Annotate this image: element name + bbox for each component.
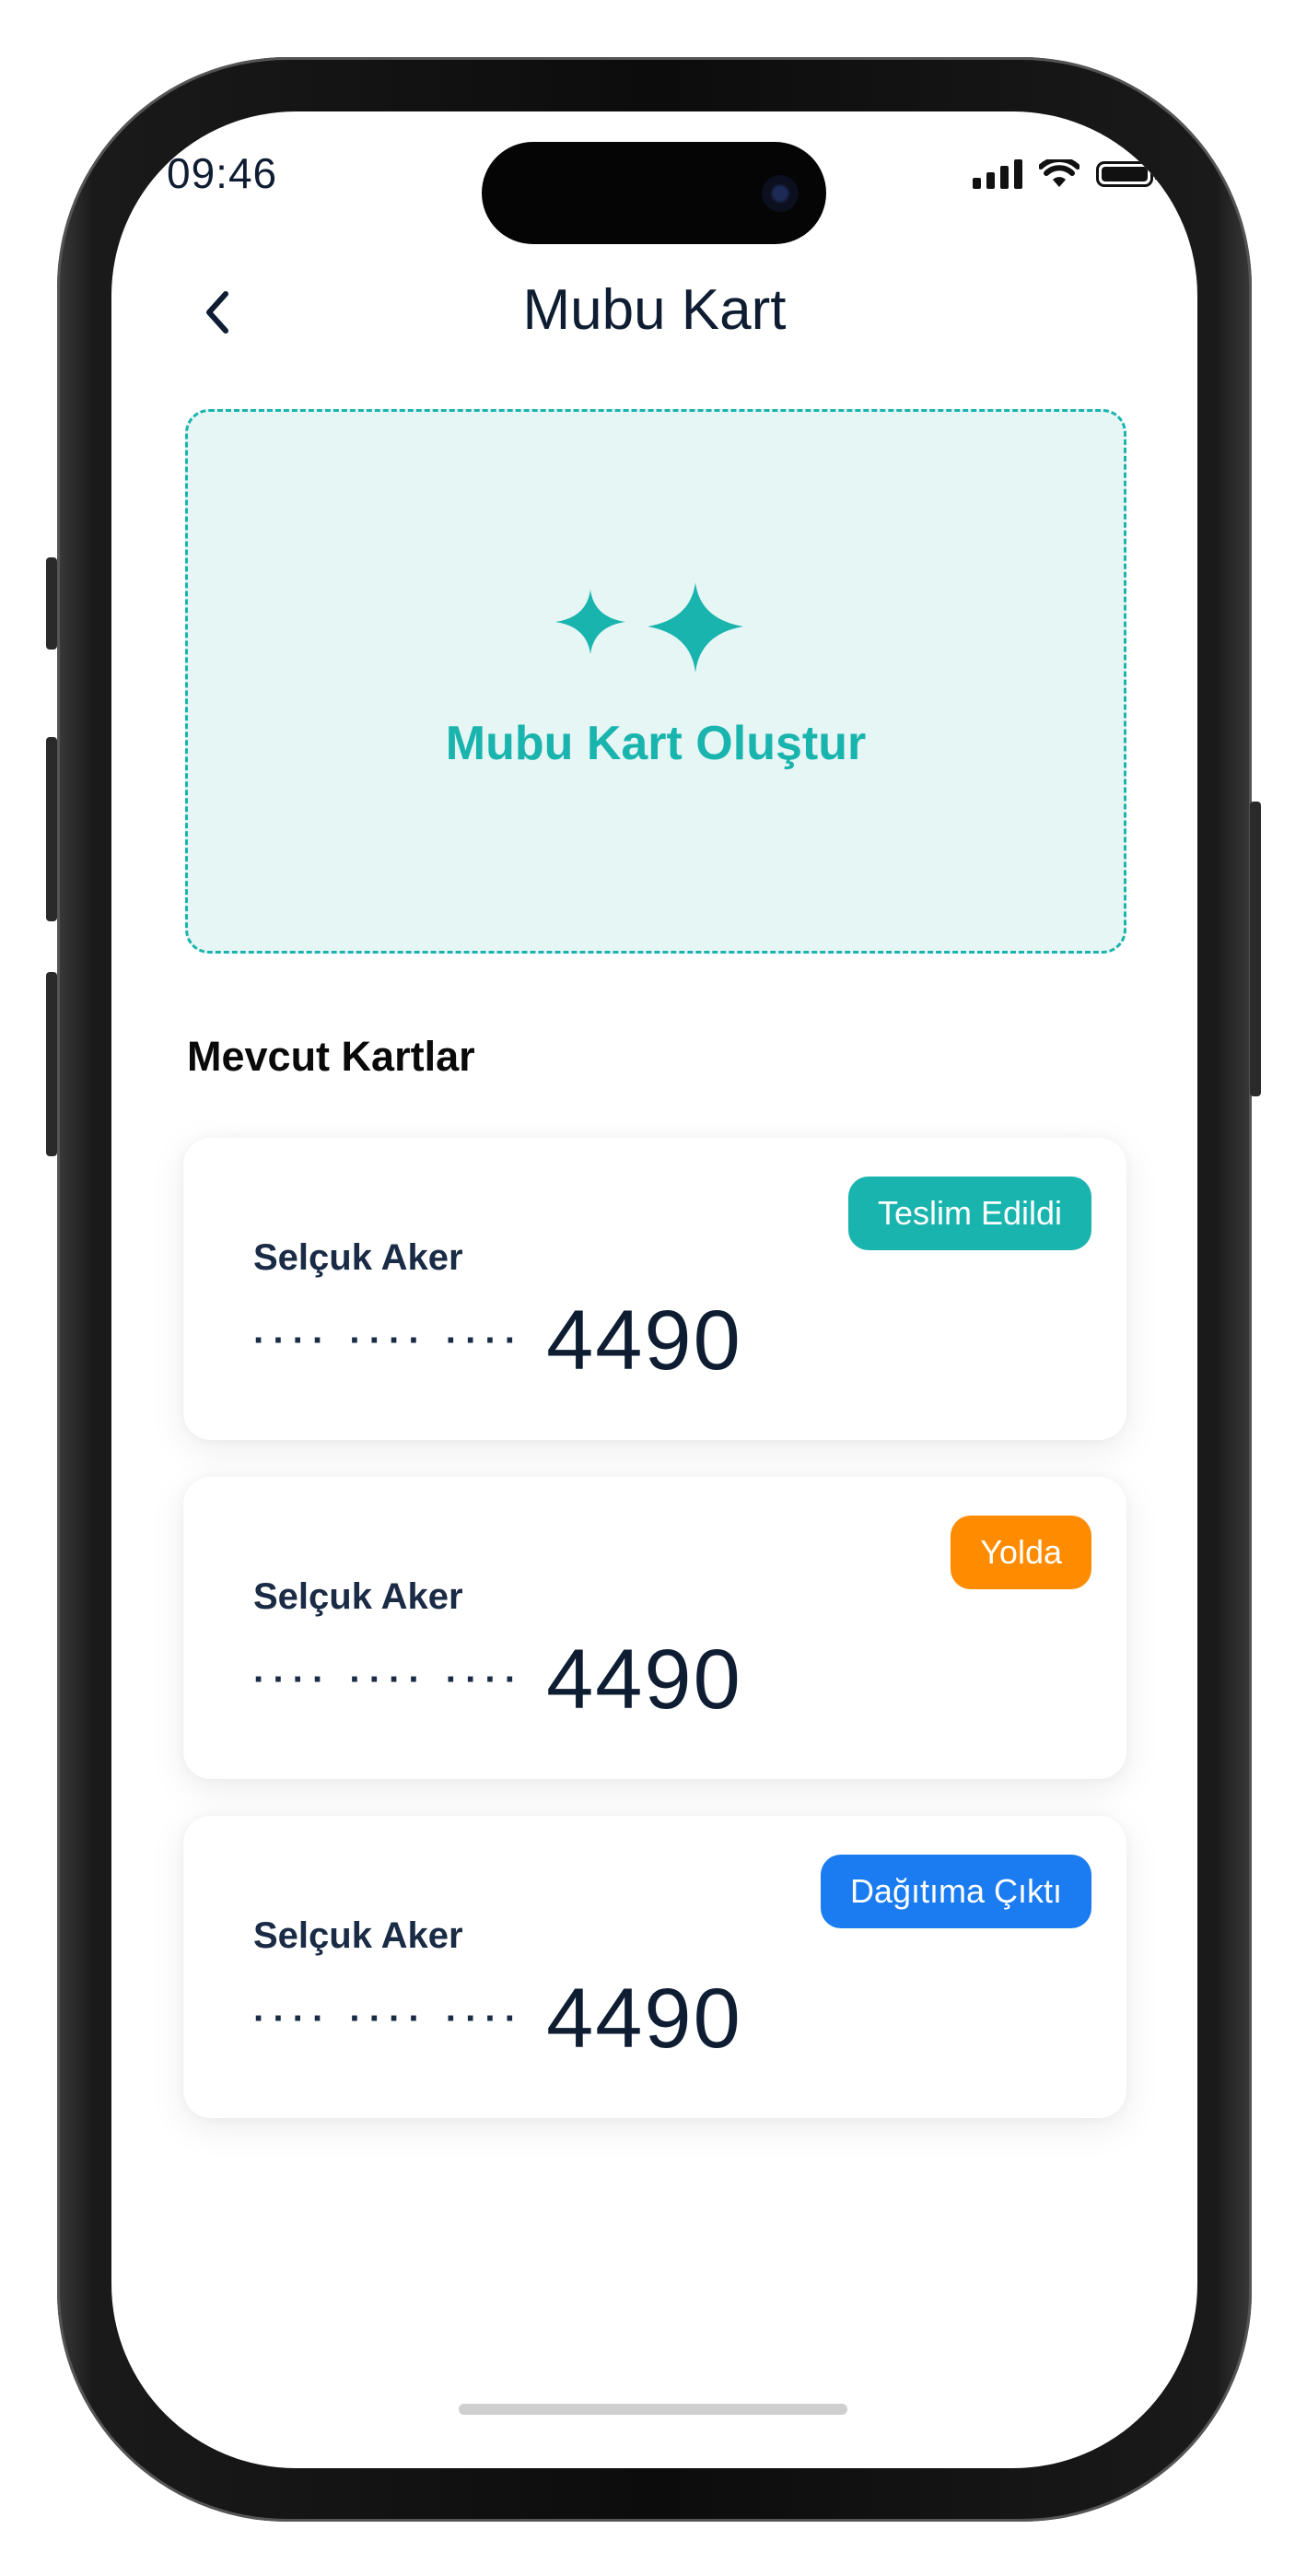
card-item[interactable]: Teslim Edildi Selçuk Aker ···· ···· ····… bbox=[183, 1138, 1126, 1440]
status-badge: Yolda bbox=[951, 1516, 1091, 1589]
sparkles-icon bbox=[555, 582, 743, 673]
battery-icon bbox=[1096, 161, 1159, 187]
dynamic-island bbox=[482, 142, 826, 244]
card-number: ···· ···· ···· 4490 bbox=[253, 1971, 742, 2067]
card-holder-name: Selçuk Aker bbox=[253, 1237, 463, 1278]
volume-down-button bbox=[46, 972, 57, 1156]
status-badge: Dağıtıma Çıktı bbox=[820, 1855, 1091, 1928]
card-number-mask: ···· ···· ···· bbox=[253, 1998, 525, 2039]
card-number: ···· ···· ···· 4490 bbox=[253, 1293, 742, 1389]
status-badge: Teslim Edildi bbox=[847, 1177, 1091, 1250]
card-last4: 4490 bbox=[546, 1972, 742, 2066]
wifi-icon bbox=[1039, 159, 1079, 187]
card-number: ···· ···· ···· 4490 bbox=[253, 1632, 742, 1728]
screen: 09:46 Mubu Kart Mubu Kart Oluştur Mevcut… bbox=[111, 111, 1197, 2468]
card-item[interactable]: Dağıtıma Çıktı Selçuk Aker ···· ···· ···… bbox=[183, 1816, 1126, 2118]
card-holder-name: Selçuk Aker bbox=[253, 1576, 463, 1617]
card-number-mask: ···· ···· ···· bbox=[253, 1659, 525, 1700]
volume-up-button bbox=[46, 737, 57, 921]
section-title: Mevcut Kartlar bbox=[187, 1033, 475, 1080]
action-button bbox=[46, 557, 57, 650]
card-holder-name: Selçuk Aker bbox=[253, 1915, 463, 1956]
create-card-button[interactable]: Mubu Kart Oluştur bbox=[185, 409, 1126, 954]
power-button bbox=[1250, 802, 1261, 1096]
card-item[interactable]: Yolda Selçuk Aker ···· ···· ···· 4490 bbox=[183, 1477, 1126, 1779]
create-card-label: Mubu Kart Oluştur bbox=[445, 717, 867, 770]
card-last4: 4490 bbox=[546, 1633, 742, 1727]
camera-icon bbox=[762, 175, 799, 212]
home-indicator[interactable] bbox=[459, 2404, 847, 2415]
card-last4: 4490 bbox=[546, 1294, 742, 1388]
page-title: Mubu Kart bbox=[522, 278, 787, 342]
status-icons bbox=[973, 159, 1159, 189]
card-number-mask: ···· ···· ···· bbox=[253, 1320, 525, 1361]
cellular-signal-icon bbox=[973, 159, 1022, 189]
status-time: 09:46 bbox=[167, 149, 278, 197]
